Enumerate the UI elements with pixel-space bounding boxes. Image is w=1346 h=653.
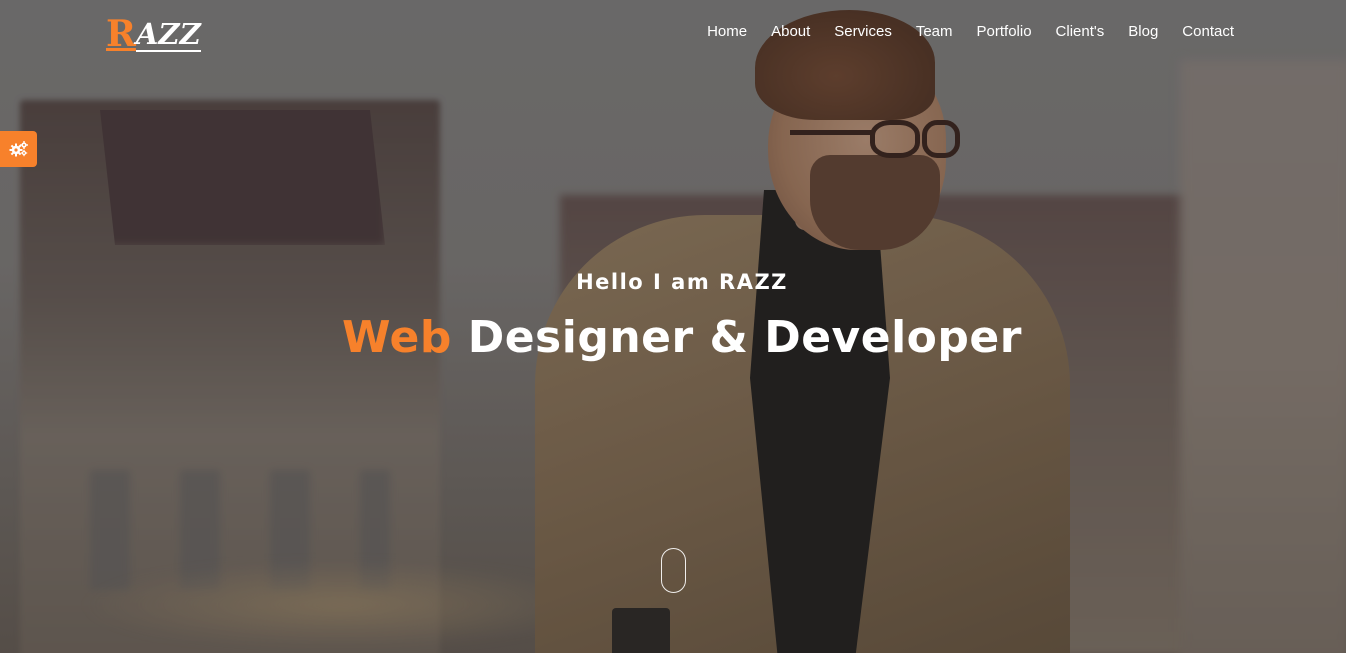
hero-headline: Web Designer & Developer	[0, 312, 1346, 363]
nav-about[interactable]: About	[771, 23, 810, 40]
hero-headline-rest: Designer & Developer	[467, 312, 1022, 363]
nav-blog[interactable]: Blog	[1128, 23, 1158, 40]
hero-greeting: Hello I am RAZZ	[576, 270, 788, 294]
nav-contact[interactable]: Contact	[1182, 23, 1234, 40]
gears-icon	[9, 141, 28, 157]
logo[interactable]: R AZZ	[106, 6, 201, 52]
hero-headline-accent: Web	[342, 312, 452, 363]
main-nav: Home About Services Team Portfolio Clien…	[707, 23, 1234, 40]
nav-portfolio[interactable]: Portfolio	[977, 23, 1032, 40]
logo-initial: R	[106, 13, 136, 55]
nav-home[interactable]: Home	[707, 23, 747, 40]
style-switcher-button[interactable]	[0, 131, 37, 167]
mouse-scroll-icon[interactable]	[661, 548, 686, 593]
nav-clients[interactable]: Client's	[1056, 23, 1105, 40]
nav-services[interactable]: Services	[834, 23, 892, 40]
navbar: R AZZ Home About Services Team Portfolio…	[0, 0, 1346, 70]
logo-text: AZZ	[135, 17, 201, 52]
nav-team[interactable]: Team	[916, 23, 953, 40]
hero-text: Hello I am RAZZ Web Designer & Developer	[0, 270, 1346, 363]
